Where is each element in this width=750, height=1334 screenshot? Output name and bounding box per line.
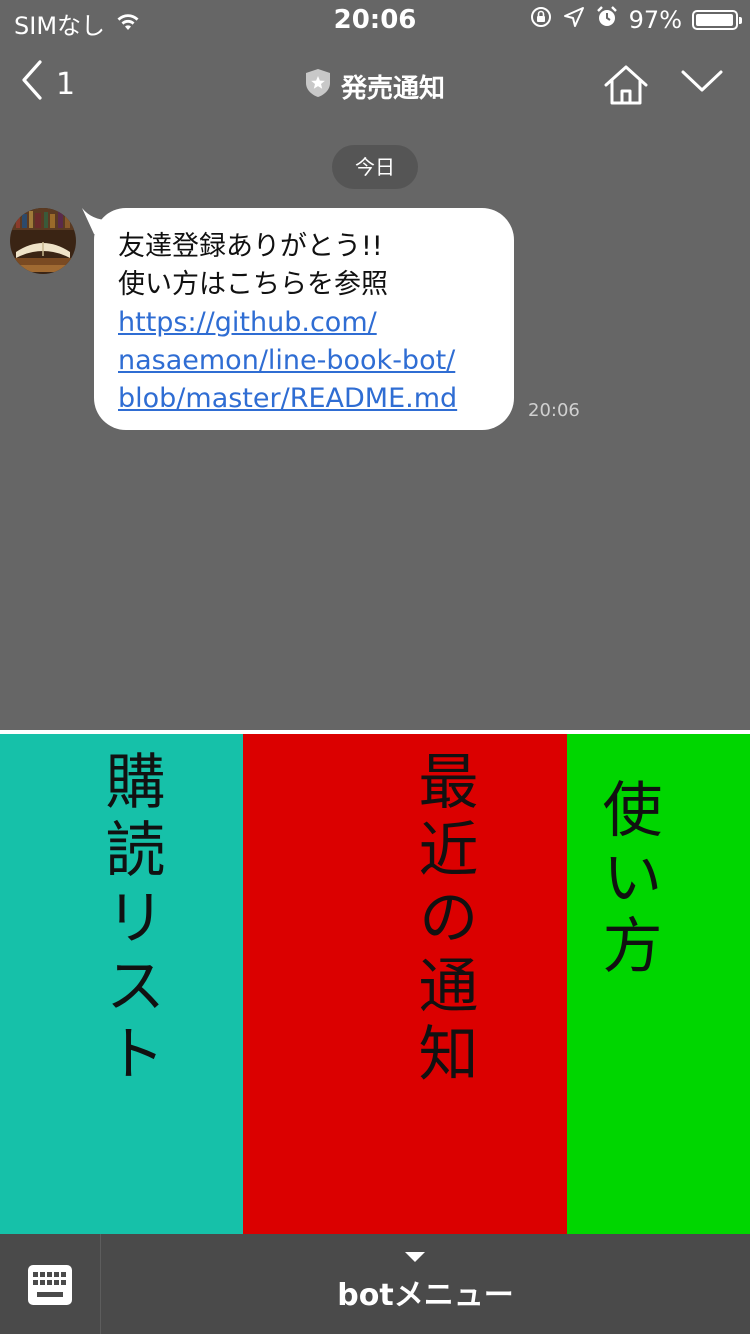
battery-icon xyxy=(692,10,742,30)
battery-percent: 97% xyxy=(628,6,682,34)
location-icon xyxy=(563,6,585,34)
message-timestamp: 20:06 xyxy=(528,400,580,421)
official-badge-icon xyxy=(305,68,331,105)
nav-bar: 1 発売通知 xyxy=(0,40,750,128)
rich-menu-label-subscription-list: 購読リスト xyxy=(95,750,165,1090)
rich-menu-subscription-list[interactable]: 購読リスト xyxy=(0,734,243,1234)
message-line-2: 使い方はこちらを参照 xyxy=(118,269,388,300)
readme-link[interactable]: https://github.com/ nasaemon/line-book-b… xyxy=(118,304,490,418)
message-line-1: 友達登録ありがとう!! xyxy=(118,231,383,262)
caret-down-icon xyxy=(405,1252,425,1262)
rich-menu-recent-notifications[interactable]: 最近の通知 xyxy=(243,734,567,1234)
home-icon[interactable] xyxy=(603,64,649,110)
rich-menu-label-how-to-use: 使い方 xyxy=(592,778,662,982)
chat-title-text: 発売通知 xyxy=(340,74,445,104)
rich-menu-how-to-use[interactable]: 使い方 xyxy=(567,734,750,1234)
rotation-lock-icon xyxy=(529,5,553,35)
bot-menu-label: botメニュー xyxy=(337,1278,514,1313)
rich-menu: 購読リスト 最近の通知 使い方 xyxy=(0,730,750,1234)
status-bar: SIMなし 20:06 97% xyxy=(0,0,750,40)
bottom-bar: botメニュー xyxy=(0,1234,750,1334)
battery-level xyxy=(696,14,733,26)
alarm-icon xyxy=(595,5,619,35)
link-line-2[interactable]: nasaemon/line-book-bot/ xyxy=(118,342,490,380)
chevron-down-icon[interactable] xyxy=(680,68,724,98)
link-line-1[interactable]: https://github.com/ xyxy=(118,304,490,342)
bot-menu-toggle[interactable]: botメニュー xyxy=(101,1234,750,1334)
link-line-3[interactable]: blob/master/README.md xyxy=(118,380,490,418)
keyboard-toggle-button[interactable] xyxy=(0,1234,101,1334)
rich-menu-label-recent-notifications: 最近の通知 xyxy=(408,750,478,1090)
message-bubble[interactable]: 友達登録ありがとう!! 使い方はこちらを参照 https://github.co… xyxy=(94,208,514,430)
date-separator: 今日 xyxy=(332,145,418,189)
avatar[interactable] xyxy=(10,208,76,274)
keyboard-icon xyxy=(28,1265,72,1309)
status-right: 97% xyxy=(529,5,742,35)
